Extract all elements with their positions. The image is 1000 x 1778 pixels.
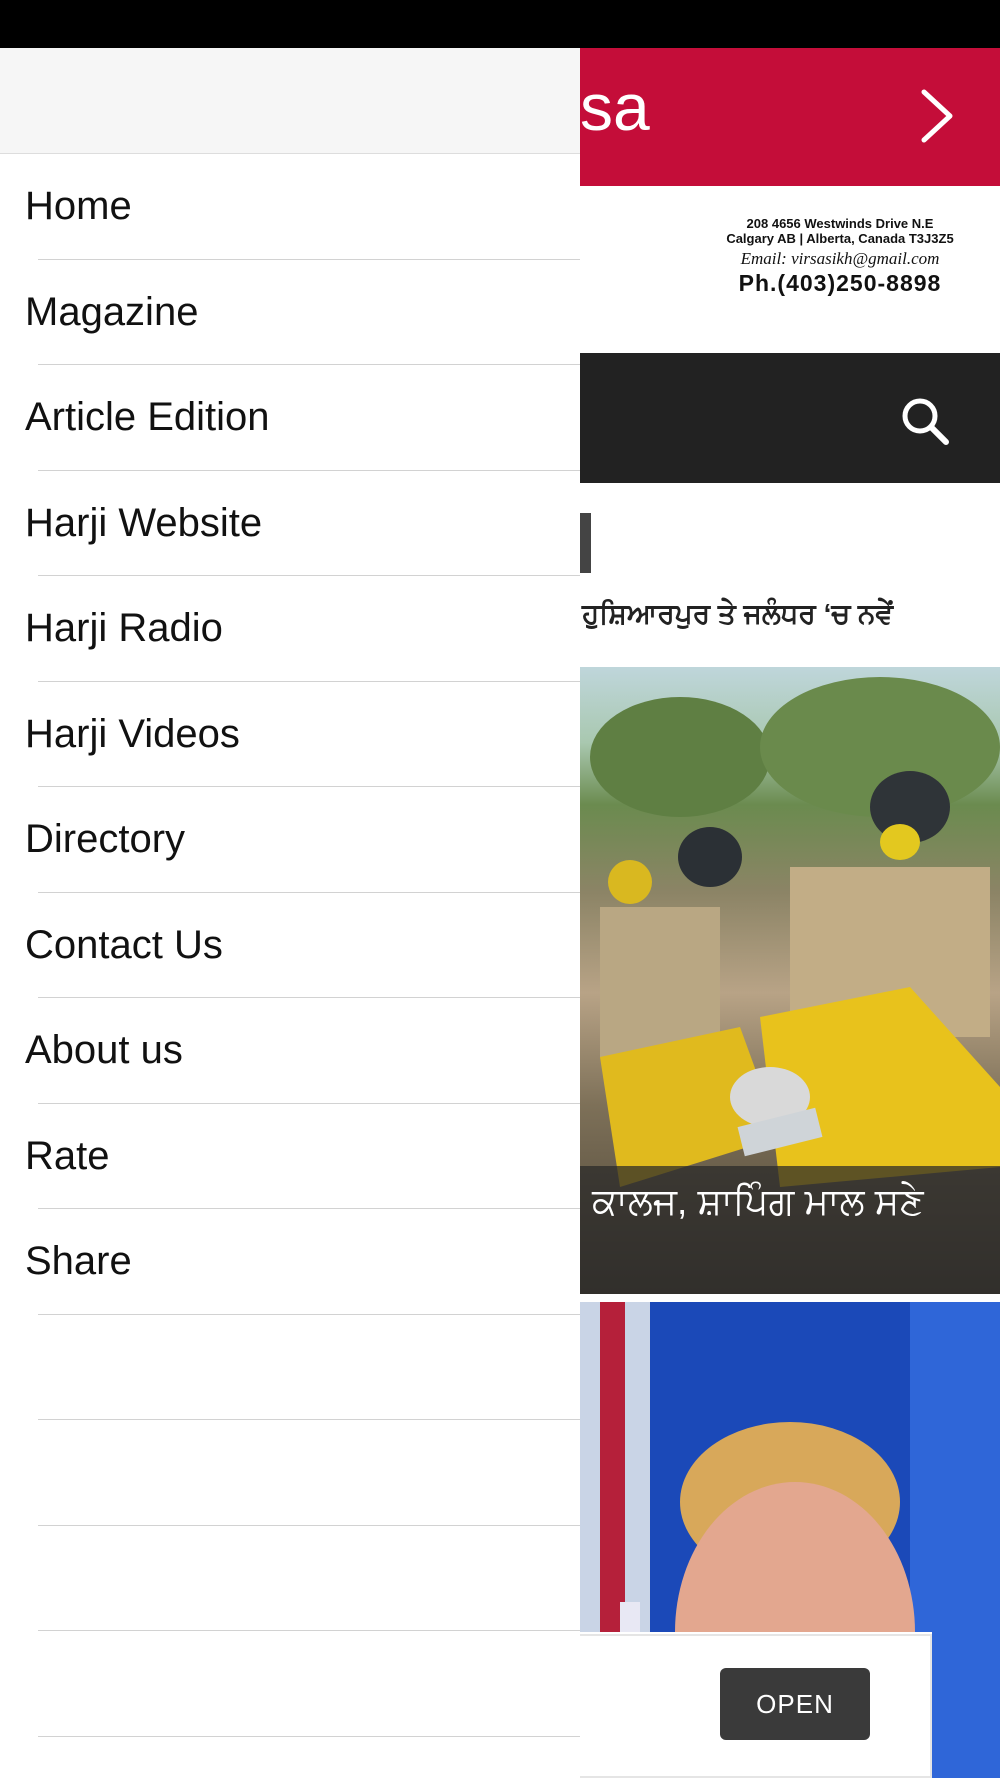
- menu-item-rate[interactable]: Rate: [0, 1104, 580, 1210]
- menu-item-empty: [0, 1631, 580, 1737]
- menu-item-about-us[interactable]: About us: [0, 998, 580, 1104]
- menu-item-label: Directory: [25, 817, 186, 861]
- news-photo-police-bikes[interactable]: ਕਾਲਜ, ਸ਼ਾਪਿੰਗ ਮਾਲ ਸਣੇ: [580, 667, 1000, 1294]
- address-line-1: 208 4656 Westwinds Drive N.E: [746, 216, 934, 231]
- address-line-2: Calgary AB | Alberta, Canada T3J3Z5: [726, 231, 954, 246]
- menu-item-share[interactable]: Share: [0, 1209, 580, 1315]
- menu-item-label: Contact Us: [25, 922, 223, 967]
- menu-item-label: Harji Videos: [25, 711, 240, 756]
- app-header: sa: [580, 48, 1000, 186]
- search-icon[interactable]: [900, 396, 950, 446]
- chevron-right-icon[interactable]: [910, 88, 966, 144]
- menu-item-empty: [0, 1420, 580, 1526]
- ad-open-button[interactable]: OPEN: [720, 1668, 870, 1740]
- menu-item-label: Article Edition: [25, 395, 270, 439]
- menu-item-empty: [0, 1315, 580, 1421]
- menu-item-magazine[interactable]: Magazine: [0, 260, 580, 366]
- menu-item-directory[interactable]: Directory: [0, 787, 580, 893]
- menu-item-empty: [0, 1526, 580, 1632]
- drawer-menu: Home Magazine Article Edition Harji Webs…: [0, 154, 580, 1737]
- menu-item-home[interactable]: Home: [0, 154, 580, 260]
- menu-item-label: Home: [25, 184, 132, 228]
- menu-item-harji-videos[interactable]: Harji Videos: [0, 682, 580, 788]
- menu-item-label: Share: [25, 1239, 132, 1283]
- app-title: sa: [580, 70, 650, 144]
- menu-item-harji-website[interactable]: Harji Website: [0, 471, 580, 577]
- status-bar: [0, 0, 1000, 48]
- news-caption: ਕਾਲਜ, ਸ਼ਾਪਿੰਗ ਮਾਲ ਸਣੇ: [592, 1181, 924, 1222]
- menu-item-article-edition[interactable]: Article Edition: [0, 365, 580, 471]
- address-phone: Ph.(403)250-8898: [738, 270, 942, 296]
- news-headline[interactable]: ਹੁਸ਼ਿਆਰਪੁਰ ਤੇ ਜਲੰਧਰ ‘ਚ ਨਵੇਂ: [582, 598, 893, 631]
- menu-item-label: Harji Radio: [25, 606, 223, 650]
- menu-item-contact-us[interactable]: Contact Us: [0, 893, 580, 999]
- menu-item-label: Rate: [25, 1133, 110, 1178]
- address-email: Email: virsasikh@gmail.com: [740, 249, 940, 268]
- menu-item-label: Harji Website: [25, 500, 263, 545]
- search-bar: [580, 353, 1000, 483]
- app-content: sa 208 4656 Westwinds Drive N.E Calgary …: [580, 48, 1000, 1778]
- menu-item-label: Magazine: [25, 289, 199, 334]
- section-marker: [580, 513, 591, 573]
- menu-item-harji-radio[interactable]: Harji Radio: [0, 576, 580, 682]
- menu-item-label: About us: [25, 1028, 183, 1072]
- drawer-header: [0, 48, 580, 154]
- navigation-drawer: Home Magazine Article Edition Harji Webs…: [0, 48, 580, 1778]
- contact-address: 208 4656 Westwinds Drive N.E Calgary AB …: [690, 216, 990, 296]
